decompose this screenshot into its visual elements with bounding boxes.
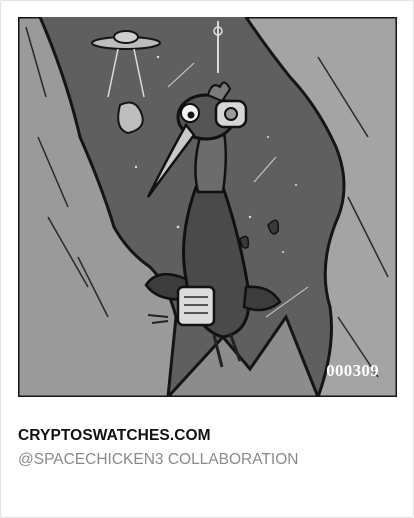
card-title[interactable]: CRYPTOSWATCHES.COM (18, 425, 398, 447)
card-subtitle: @SPACECHICKEN3 COLLABORATION (18, 451, 299, 468)
artwork-image[interactable]: 000309 (18, 17, 397, 397)
space-chicken-illustration-icon (18, 17, 397, 397)
edition-number: 000309 (326, 361, 379, 380)
nft-card[interactable]: 000309 CRYPTOSWATCHES.COM @SPACECHICKEN3… (0, 0, 414, 518)
card-caption: CRYPTOSWATCHES.COM @SPACECHICKEN3 COLLAB… (18, 425, 398, 471)
